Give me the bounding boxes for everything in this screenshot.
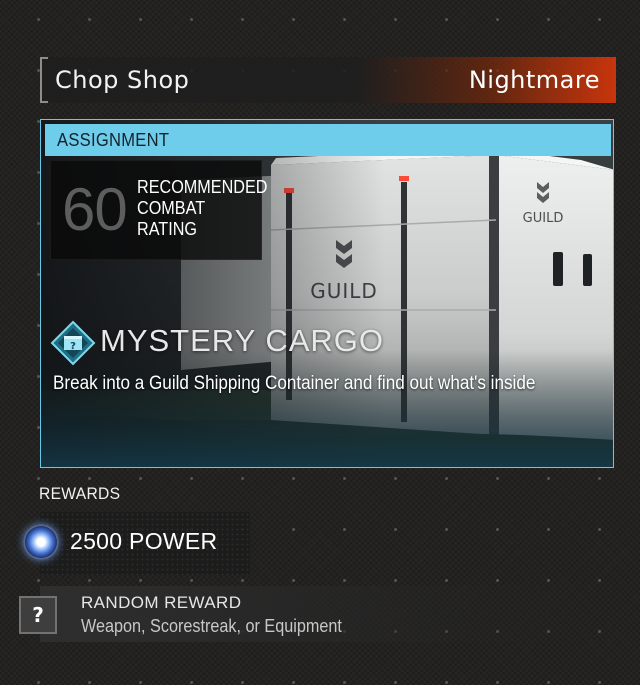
assignment-card[interactable]: GUILD GUILD ASSIGNMENT 60 RECOMMENDED CO… (40, 119, 614, 468)
map-name: Chop Shop (55, 66, 190, 94)
svg-text:?: ? (70, 341, 76, 352)
mission-title-bar: Chop Shop Nightmare (40, 57, 616, 103)
power-reward-label: 2500 POWER (70, 528, 218, 554)
recommended-rating-label: RECOMMENDED COMBAT RATING (137, 177, 268, 239)
question-mark-icon: ? (19, 596, 57, 634)
title-bar-bracket (40, 57, 48, 103)
recommended-rating-box: 60 RECOMMENDED COMBAT RATING (50, 160, 268, 260)
rewards-heading: REWARDS (39, 484, 121, 503)
assignment-title: MYSTERY CARGO (100, 323, 385, 358)
recommended-rating-value: 60 (62, 176, 128, 243)
difficulty-label: Nightmare (468, 66, 600, 94)
assignment-header: ASSIGNMENT (45, 124, 611, 156)
mystery-cargo-icon: ? (50, 320, 96, 366)
power-orb-icon (23, 524, 59, 560)
assignment-header-label: ASSIGNMENT (57, 130, 170, 150)
random-reward-title: RANDOM REWARD (81, 593, 242, 612)
random-reward-description: Weapon, Scorestreak, or Equipment (81, 616, 342, 636)
assignment-description: Break into a Guild Shipping Container an… (53, 373, 536, 394)
